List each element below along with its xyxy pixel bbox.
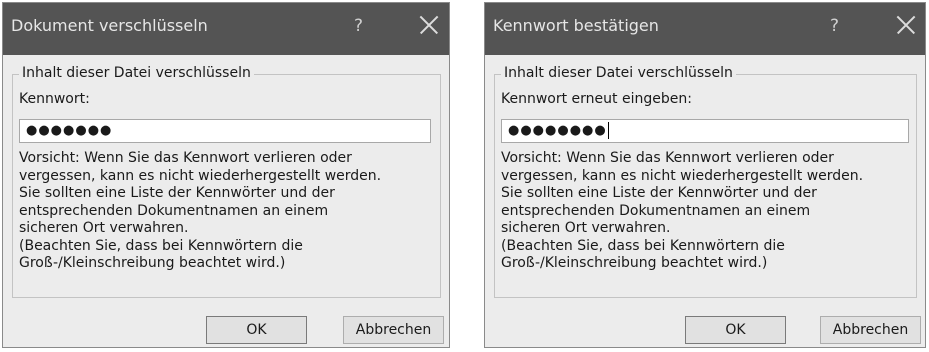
help-icon[interactable]: ? (354, 16, 363, 36)
warning-text: Vorsicht: Wenn Sie das Kennwort verliere… (19, 150, 382, 271)
dialog-titlebar[interactable]: Kennwort bestätigen ? (485, 3, 925, 55)
group-label: Inhalt dieser Datei verschlüsseln (501, 65, 736, 81)
close-icon[interactable] (420, 15, 438, 33)
confirm-password-dialog: Kennwort bestätigen ? Inhalt dieser Date… (484, 2, 926, 348)
dialog-titlebar[interactable]: Dokument verschlüsseln ? (3, 3, 449, 55)
text-caret (607, 122, 609, 139)
ok-button[interactable]: OK (685, 316, 786, 344)
password-value: ●●●●●●● (26, 123, 113, 138)
help-icon[interactable]: ? (830, 16, 839, 36)
dialog-title: Kennwort bestätigen (493, 16, 659, 35)
reenter-password-input[interactable]: ●●●●●●●● (501, 119, 909, 143)
reenter-password-label: Kennwort erneut eingeben: (501, 91, 692, 107)
dialog-title: Dokument verschlüsseln (11, 16, 208, 35)
group-label: Inhalt dieser Datei verschlüsseln (19, 65, 254, 81)
password-input[interactable]: ●●●●●●● (19, 119, 431, 143)
cancel-button[interactable]: Abbrechen (343, 316, 444, 344)
password-label: Kennwort: (19, 91, 90, 107)
cancel-button[interactable]: Abbrechen (820, 316, 921, 344)
password-value: ●●●●●●●● (508, 123, 607, 138)
close-icon[interactable] (897, 15, 915, 33)
ok-button[interactable]: OK (206, 316, 307, 344)
warning-text: Vorsicht: Wenn Sie das Kennwort verliere… (501, 150, 864, 271)
encrypt-document-dialog: Dokument verschlüsseln ? Inhalt dieser D… (2, 2, 450, 348)
